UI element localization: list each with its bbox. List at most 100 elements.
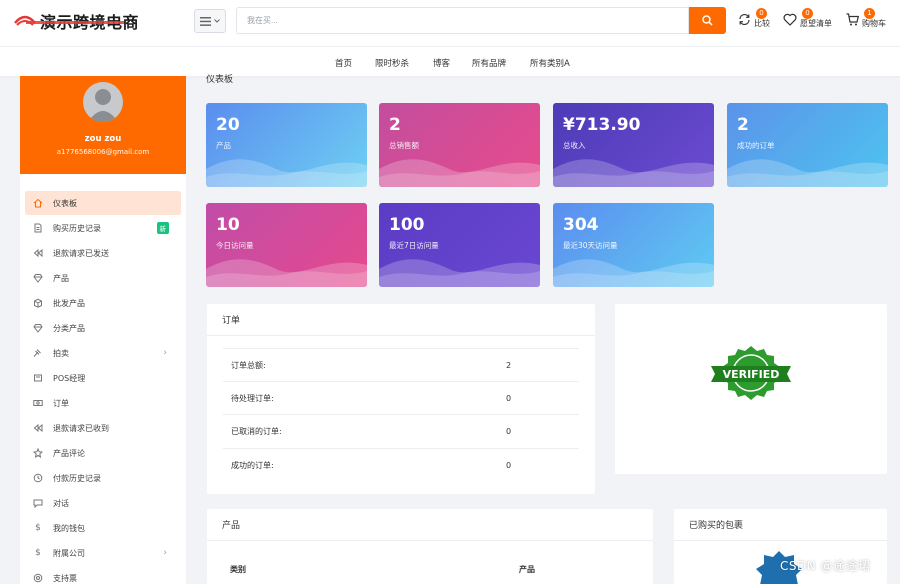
user-icon: [88, 89, 118, 122]
gem-icon: [33, 273, 43, 283]
orders-row-cancelled: 已取消的订单: 0: [223, 414, 579, 447]
stat-card-today-visits: 10 今日访问量: [206, 203, 367, 287]
sidebar-item-label: 产品: [53, 273, 69, 283]
nav-all-brands[interactable]: 所有品牌: [472, 57, 506, 69]
avatar[interactable]: [83, 82, 123, 122]
products-col-product: 产品: [519, 565, 535, 574]
orders-row-label: 已取消的订单:: [231, 426, 282, 436]
orders-panel: 订单 订单总额: 2 待处理订单: 0 已取消的订单: 0 成功的订单: 0: [207, 304, 595, 494]
box-icon: [33, 298, 43, 308]
sidebar-item-orders[interactable]: 订单: [25, 391, 181, 415]
sidebar-item-label: POS经理: [53, 373, 86, 383]
chevron-down-icon: [214, 19, 220, 23]
cart-count-badge: 1: [864, 8, 875, 19]
orders-row-successful: 成功的订单: 0: [223, 448, 579, 481]
home-icon: [33, 198, 43, 208]
sidebar-item-label: 支持票: [53, 573, 77, 583]
stat-card-successful-orders: 2 成功的订单: [727, 103, 888, 187]
card-wave: [379, 259, 540, 287]
profile-email: a1776568006@gmail.com: [56, 148, 150, 156]
nav-all-categories[interactable]: 所有类别A: [530, 57, 570, 69]
sidebar-item-purchase-history[interactable]: 购买历史记录 新: [25, 216, 181, 240]
sidebar-item-affiliate[interactable]: $ 附属公司 ›: [25, 541, 181, 565]
sidebar-item-label: 对话: [53, 498, 69, 508]
sidebar-item-product-reviews[interactable]: 产品评论: [25, 441, 181, 465]
profile-card: zou zou a1776568006@gmail.com: [20, 76, 186, 174]
card-wave: [206, 259, 367, 287]
card-wave: [553, 159, 714, 187]
sidebar-item-dashboard[interactable]: 仪表板: [25, 191, 181, 215]
sidebar-item-label: 附属公司: [53, 548, 85, 558]
nav-home[interactable]: 首页: [335, 57, 352, 69]
search-button[interactable]: [689, 7, 726, 34]
watermark-text: CSDN @途途珺: [780, 559, 871, 573]
stat-value: 2: [737, 115, 749, 135]
orders-row-label: 待处理订单:: [231, 393, 274, 403]
cart-button[interactable]: 1 购物车: [846, 8, 886, 29]
logo-underline: [26, 21, 124, 24]
account-sidebar: zou zou a1776568006@gmail.com 仪表板 购买历史记录…: [20, 76, 186, 584]
document-icon: [33, 223, 43, 233]
sidebar-item-refund-received[interactable]: 退款请求已收到: [25, 416, 181, 440]
compare-label: 比较: [754, 19, 770, 28]
products-col-category: 类别: [230, 565, 246, 574]
cart-icon: [846, 12, 859, 25]
cart-label: 购物车: [862, 19, 886, 28]
sidebar-item-auction[interactable]: 拍卖 ›: [25, 341, 181, 365]
card-wave: [553, 259, 714, 287]
chevron-right-icon: ›: [163, 548, 167, 558]
card-wave: [727, 159, 888, 187]
stat-value: 20: [216, 115, 240, 135]
orders-row-label: 订单总额:: [231, 360, 266, 370]
hamburger-icon: [200, 16, 211, 26]
wishlist-label: 愿望清单: [800, 19, 832, 28]
orders-row-value: 0: [506, 460, 512, 470]
search-input[interactable]: [237, 16, 688, 25]
wishlist-count-badge: 0: [802, 8, 813, 19]
sidebar-item-label: 付款历史记录: [53, 473, 101, 483]
rewind-icon: [33, 423, 43, 433]
products-panel: 产品 类别 产品: [207, 509, 653, 584]
top-header: 演示跨境电商 0 比较 0 愿望清单 1 购物车: [0, 0, 900, 46]
wishlist-button[interactable]: 0 愿望清单: [783, 8, 832, 29]
sidebar-item-classified[interactable]: 分类产品: [25, 316, 181, 340]
orders-row-total: 订单总额: 2: [223, 348, 579, 381]
star-icon: [33, 448, 43, 458]
stat-value: 304: [563, 215, 599, 235]
sidebar-item-conversations[interactable]: 对话: [25, 491, 181, 515]
nav-blog[interactable]: 博客: [433, 57, 450, 69]
card-wave: [206, 159, 367, 187]
orders-panel-title: 订单: [207, 304, 595, 336]
stat-value: 100: [389, 215, 425, 235]
sidebar-item-label: 我的钱包: [53, 523, 85, 533]
card-wave: [379, 159, 540, 187]
sidebar-item-refund-sent[interactable]: 退款请求已发送: [25, 241, 181, 265]
chevron-right-icon: ›: [163, 348, 167, 358]
sidebar-item-wallet[interactable]: $ 我的钱包: [25, 516, 181, 540]
stat-value: 10: [216, 215, 240, 235]
orders-row-pending: 待处理订单: 0: [223, 381, 579, 414]
sidebar-item-label: 分类产品: [53, 323, 85, 333]
chat-icon: [33, 498, 43, 508]
support-icon: [33, 573, 43, 583]
heart-icon: [783, 13, 797, 26]
sidebar-item-label: 仪表板: [53, 198, 77, 208]
sidebar-item-products[interactable]: 产品: [25, 266, 181, 290]
nav-flash-sale[interactable]: 限时秒杀: [375, 57, 409, 69]
gem-icon: [33, 323, 43, 333]
verified-badge-icon: VERIFIED: [711, 346, 791, 400]
search-bar: [236, 7, 689, 34]
dollar-icon: $: [35, 523, 41, 533]
stat-card-total-revenue: ¥713.90 总收入: [553, 103, 714, 187]
sidebar-item-pos[interactable]: POS经理: [25, 366, 181, 390]
stat-card-total-sales: 2 总销售额: [379, 103, 540, 187]
refresh-icon: [739, 13, 750, 25]
dollar-icon: $: [35, 548, 41, 558]
sidebar-item-support[interactable]: 支持票: [25, 566, 181, 584]
sidebar-item-label: 拍卖: [53, 348, 69, 358]
category-menu-button[interactable]: [194, 9, 226, 33]
products-panel-title: 产品: [207, 509, 653, 541]
compare-button[interactable]: 0 比较: [738, 8, 770, 29]
sidebar-item-wholesale[interactable]: 批发产品: [25, 291, 181, 315]
sidebar-item-payment-history[interactable]: 付款历史记录: [25, 466, 181, 490]
